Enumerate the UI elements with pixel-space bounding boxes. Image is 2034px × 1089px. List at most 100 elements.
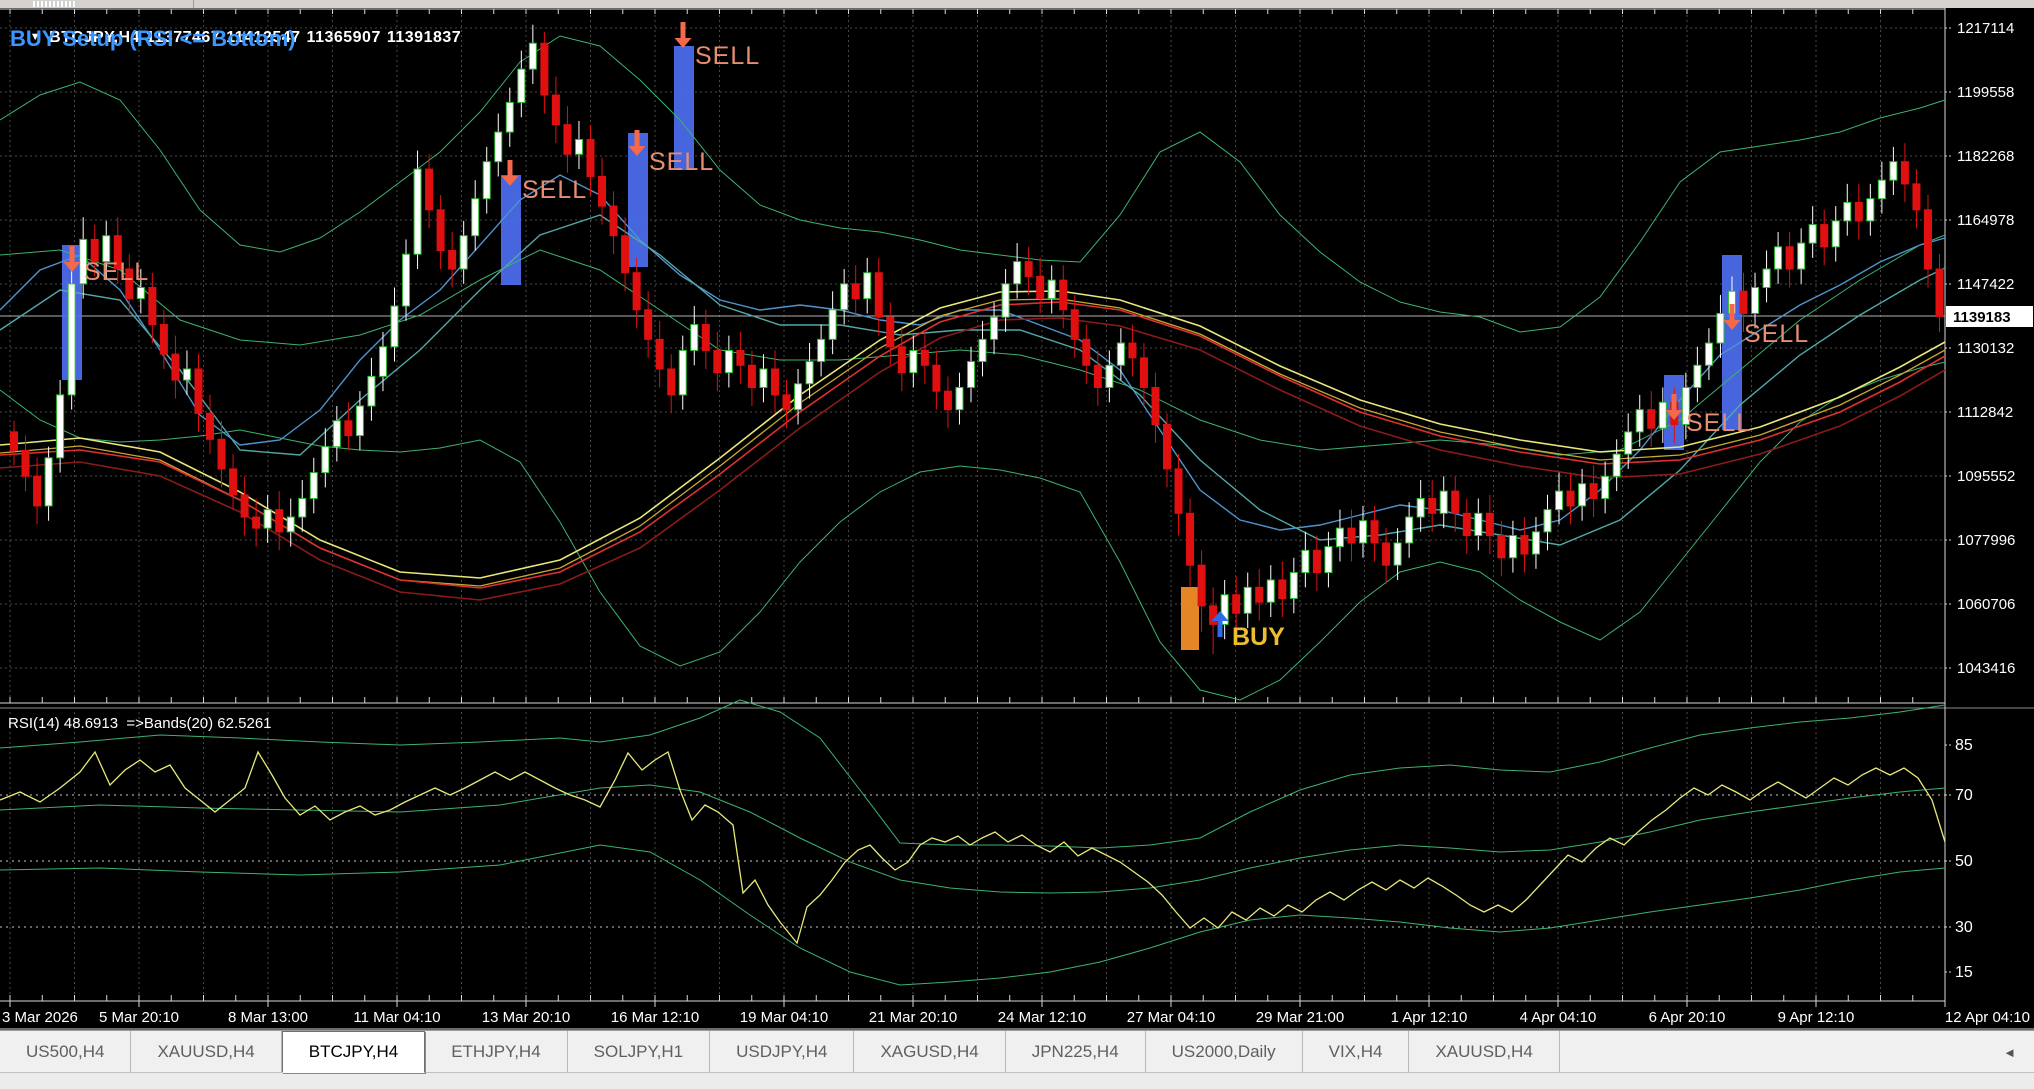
- candle-body: [437, 210, 444, 251]
- candle-body: [391, 306, 398, 347]
- time-axis-label: 29 Mar 21:00: [1256, 1009, 1344, 1026]
- tab-ethjpy-h4[interactable]: ETHJPY,H4: [425, 1031, 567, 1073]
- candle-body: [483, 162, 490, 199]
- candle-body: [1336, 528, 1343, 547]
- candle-body: [356, 406, 363, 436]
- tab-us500-h4[interactable]: US500,H4: [0, 1031, 131, 1073]
- time-axis-label: 3 Mar 2026: [2, 1009, 78, 1026]
- buy-signal-band: [1181, 587, 1199, 650]
- time-axis-label: 4 Apr 04:10: [1520, 1009, 1597, 1026]
- candle-body: [587, 139, 594, 176]
- candle-body: [1613, 454, 1620, 476]
- candle-body: [622, 236, 629, 273]
- candle-body: [379, 347, 386, 377]
- candle-body: [195, 369, 202, 413]
- candle-body: [1486, 513, 1493, 535]
- candle-body: [1463, 513, 1470, 535]
- tab-xauusd-h4[interactable]: XAUUSD,H4: [1409, 1031, 1559, 1073]
- candle-body: [1106, 365, 1113, 387]
- candle-body: [933, 365, 940, 391]
- candle-body: [1267, 580, 1274, 602]
- candle-body: [253, 517, 260, 528]
- candle-body: [795, 384, 802, 410]
- time-axis-label: 13 Mar 20:10: [482, 1009, 570, 1026]
- sell-label: SELL: [649, 148, 714, 176]
- time-axis-label: 9 Apr 12:10: [1778, 1009, 1855, 1026]
- candle-body: [160, 325, 167, 355]
- rsi-axis-label: 50: [1955, 853, 1973, 870]
- candle-body: [1417, 499, 1424, 518]
- candle-body: [207, 413, 214, 439]
- candle-body: [1890, 162, 1897, 181]
- tab-soljpy-h1[interactable]: SOLJPY,H1: [568, 1031, 710, 1073]
- candle-body: [1198, 565, 1205, 606]
- candle-body: [691, 325, 698, 351]
- price-axis-label: 1095552: [1957, 468, 2015, 485]
- candle-body: [610, 206, 617, 236]
- chart-background: [0, 8, 2034, 1030]
- tab-btcjpy-h4[interactable]: BTCJPY,H4: [282, 1031, 425, 1073]
- candle-body: [783, 395, 790, 410]
- time-axis-label: 5 Mar 20:10: [99, 1009, 179, 1026]
- candle-body: [368, 376, 375, 406]
- candle-body: [1313, 550, 1320, 572]
- candle-body: [1740, 291, 1747, 313]
- candle-body: [1625, 432, 1632, 454]
- candle-body: [645, 310, 652, 340]
- candle-body: [22, 450, 29, 476]
- candle-body: [495, 132, 502, 162]
- rsi-axis-label: 15: [1955, 964, 1973, 981]
- candle-body: [1878, 180, 1885, 199]
- candle-body: [771, 369, 778, 395]
- candle-body: [183, 369, 190, 380]
- chart-tab-bar: US500,H4XAUUSD,H4BTCJPY,H4ETHJPY,H4SOLJP…: [0, 1030, 2034, 1073]
- candle-body: [1521, 536, 1528, 555]
- tab-usdjpy-h4[interactable]: USDJPY,H4: [710, 1031, 854, 1073]
- candle-body: [1002, 284, 1009, 317]
- candle-body: [679, 350, 686, 394]
- current-price-value: 1139183: [1953, 309, 2011, 326]
- candle-body: [967, 362, 974, 388]
- candle-body: [264, 510, 271, 529]
- time-axis-label: 16 Mar 12:10: [611, 1009, 699, 1026]
- tab-xagusd-h4[interactable]: XAGUSD,H4: [854, 1031, 1005, 1073]
- time-axis-label: 12 Apr 04:10: [1945, 1009, 2030, 1026]
- candle-body: [1302, 550, 1309, 572]
- candle-body: [322, 447, 329, 473]
- chart-canvas[interactable]: SELLSELLSELLSELLSELLSELLBUY1217114119955…: [0, 0, 2034, 1030]
- candle-body: [725, 350, 732, 372]
- candle-body: [137, 288, 144, 299]
- candle-body: [45, 458, 52, 506]
- candle-body: [668, 369, 675, 395]
- candle-body: [1705, 343, 1712, 365]
- candle-body: [1348, 528, 1355, 543]
- candle-body: [1752, 288, 1759, 314]
- candle-body: [1844, 202, 1851, 221]
- tab-jpn225-h4[interactable]: JPN225,H4: [1006, 1031, 1146, 1073]
- price-axis-label: 1060706: [1957, 596, 2015, 613]
- candle-body: [887, 317, 894, 347]
- time-axis-label: 24 Mar 12:10: [998, 1009, 1086, 1026]
- time-axis-label: 21 Mar 20:10: [869, 1009, 957, 1026]
- tab-scroll-left-icon[interactable]: ◄: [2003, 1031, 2016, 1073]
- tab-vix-h4[interactable]: VIX,H4: [1303, 1031, 1410, 1073]
- candle-body: [875, 273, 882, 317]
- candle-body: [1602, 476, 1609, 498]
- candle-body: [149, 288, 156, 325]
- candle-body: [1014, 262, 1021, 284]
- sell-label: SELL: [1686, 409, 1751, 437]
- rsi-axis-label: 70: [1955, 787, 1973, 804]
- candle-body: [633, 273, 640, 310]
- sell-label: SELL: [522, 176, 587, 204]
- candle-body: [460, 236, 467, 269]
- candle-body: [1509, 536, 1516, 558]
- candle-body: [1140, 358, 1147, 388]
- candle-body: [1936, 269, 1943, 316]
- tab-xauusd-h4[interactable]: XAUUSD,H4: [131, 1031, 281, 1073]
- candle-body: [748, 365, 755, 387]
- tab-us2000-daily[interactable]: US2000,Daily: [1146, 1031, 1303, 1073]
- candle-body: [1233, 595, 1240, 614]
- candle-body: [1717, 313, 1724, 343]
- candle-body: [287, 517, 294, 532]
- candle-body: [1371, 521, 1378, 543]
